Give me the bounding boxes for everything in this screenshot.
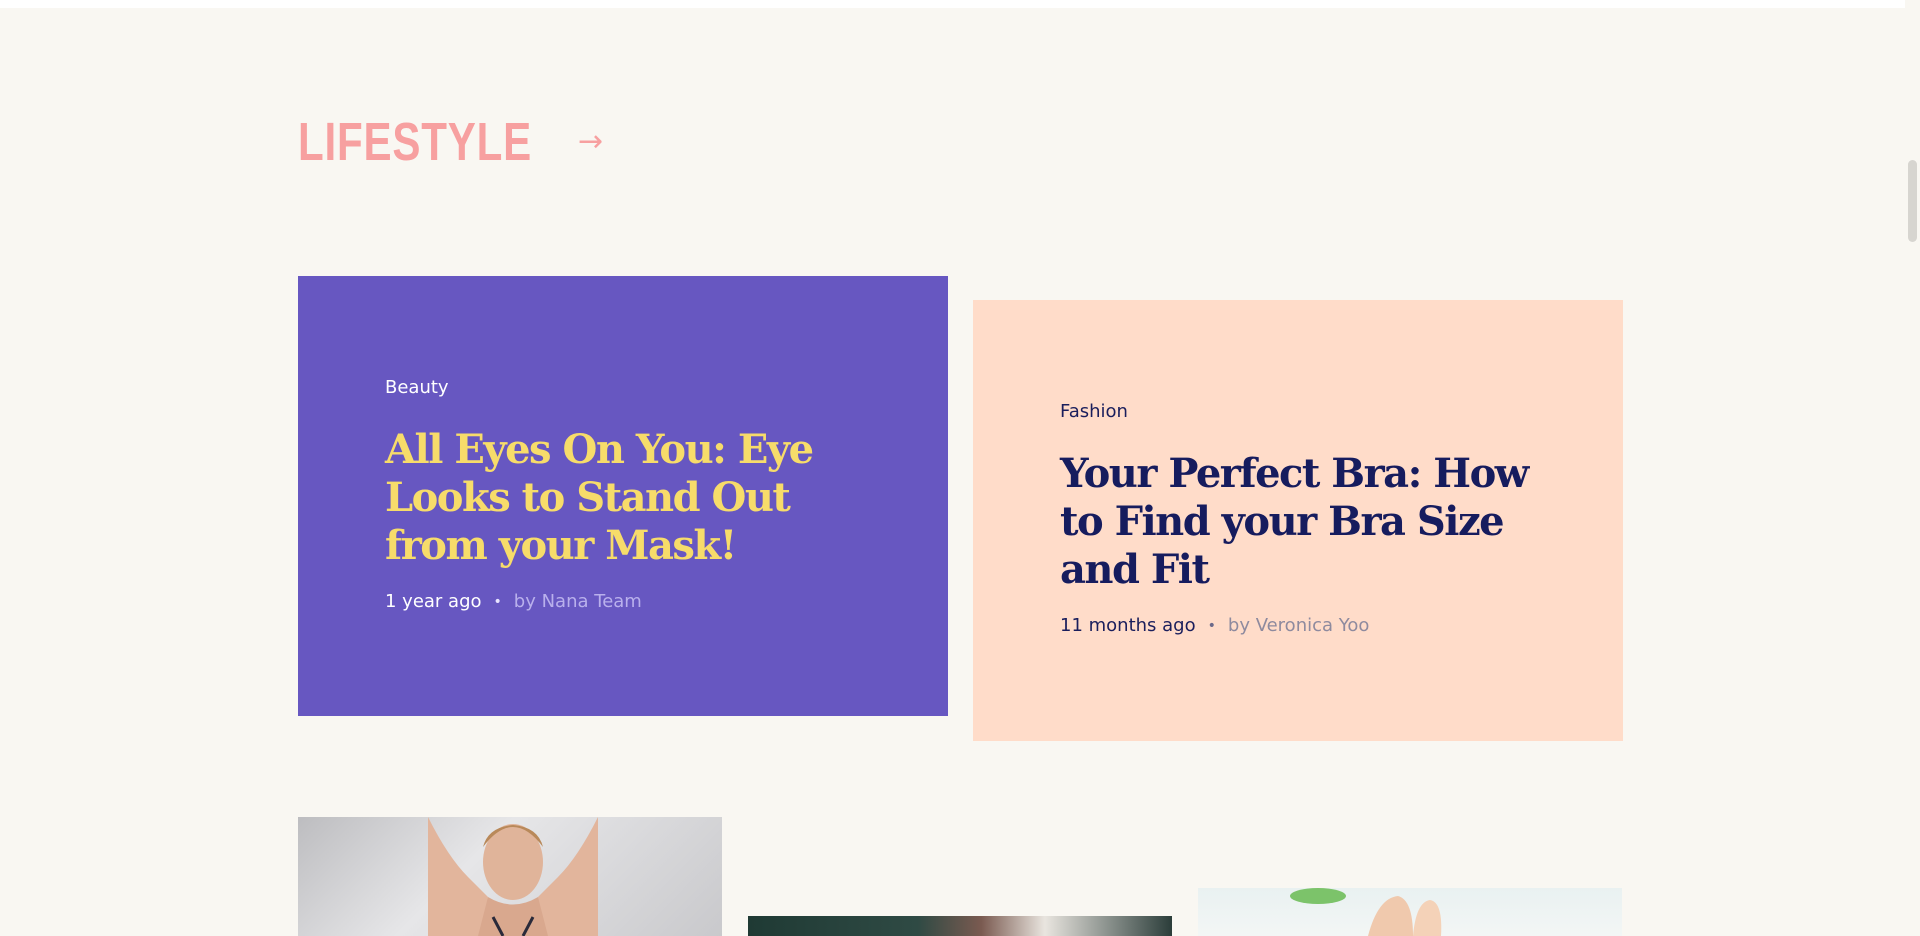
- article-headline[interactable]: Your Perfect Bra: How to Find your Bra S…: [1060, 450, 1536, 594]
- section-heading[interactable]: LIFESTYLE →: [298, 110, 603, 174]
- article-card-beauty[interactable]: Beauty All Eyes On You: Eye Looks to Sta…: [298, 276, 948, 716]
- article-author[interactable]: by Nana Team: [514, 590, 642, 614]
- article-thumbnail-portrait[interactable]: [298, 817, 722, 936]
- article-category[interactable]: Fashion: [1060, 400, 1536, 424]
- article-author[interactable]: by Veronica Yoo: [1228, 614, 1370, 638]
- article-meta: 1 year ago • by Nana Team: [385, 590, 861, 614]
- article-meta: 11 months ago • by Veronica Yoo: [1060, 614, 1536, 638]
- hand-with-leaf-image: [1290, 888, 1442, 936]
- section-title[interactable]: LIFESTYLE: [298, 110, 532, 174]
- article-thumbnail-store[interactable]: [748, 916, 1172, 936]
- article-time: 11 months ago: [1060, 615, 1196, 636]
- meta-separator: •: [493, 594, 502, 610]
- article-thumbnail-hand[interactable]: [1198, 888, 1622, 936]
- article-card-fashion[interactable]: Fashion Your Perfect Bra: How to Find yo…: [973, 300, 1623, 741]
- page-scrollbar[interactable]: [1905, 0, 1920, 936]
- arrow-right-icon[interactable]: →: [578, 110, 603, 174]
- article-category[interactable]: Beauty: [385, 376, 861, 400]
- top-header-strip: [0, 0, 1905, 8]
- scrollbar-thumb[interactable]: [1908, 160, 1917, 242]
- meta-separator: •: [1207, 618, 1216, 634]
- article-headline[interactable]: All Eyes On You: Eye Looks to Stand Out …: [385, 426, 861, 570]
- woman-portrait-image: [428, 817, 598, 936]
- article-time: 1 year ago: [385, 591, 482, 612]
